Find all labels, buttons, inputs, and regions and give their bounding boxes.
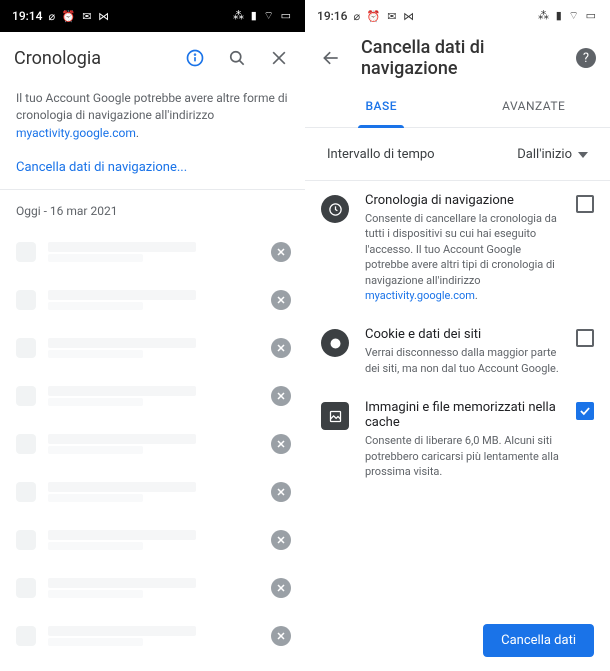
tabs: BASE AVANZATE	[305, 84, 610, 128]
history-item[interactable]	[0, 372, 305, 420]
checkbox-checked[interactable]	[576, 402, 594, 420]
history-item[interactable]	[0, 228, 305, 276]
delete-entry-icon[interactable]	[271, 482, 291, 502]
checkbox[interactable]	[576, 195, 594, 213]
page-title: Cronologia	[14, 48, 165, 69]
favicon-placeholder	[16, 530, 36, 550]
option-title: Cronologia di navigazione	[365, 193, 560, 208]
option-cached-images[interactable]: Immagini e file memorizzati nella cache …	[305, 388, 610, 491]
option-browsing-history[interactable]: Cronologia di navigazione Consente di ca…	[305, 181, 610, 315]
favicon-placeholder	[16, 338, 36, 358]
delete-entry-icon[interactable]	[271, 338, 291, 358]
status-left-icons: ⌀ ⏰ ✉ ⋈	[353, 10, 416, 23]
option-title: Immagini e file memorizzati nella cache	[365, 400, 560, 430]
status-time: 19:16	[317, 9, 347, 23]
myactivity-link[interactable]: myactivity.google.com	[16, 126, 136, 140]
history-item[interactable]	[0, 324, 305, 372]
status-bar: 19:16 ⌀ ⏰ ✉ ⋈ ⁂ ▮ ⌔ ▭	[305, 0, 610, 32]
delete-entry-icon[interactable]	[271, 434, 291, 454]
header: Cancella dati di navigazione ?	[305, 32, 610, 84]
clear-browsing-data-link[interactable]: Cancella dati di navigazione...	[0, 154, 305, 189]
history-list	[0, 228, 305, 671]
myactivity-link[interactable]: myactivity.google.com	[365, 289, 475, 302]
date-header: Oggi - 16 mar 2021	[0, 190, 305, 228]
delete-entry-icon[interactable]	[271, 530, 291, 550]
status-bar: 19:14 ⌀ ⏰ ✉ ⋈ ⁂ ▮ ⌔ ▭	[0, 0, 305, 32]
option-desc: Verrai disconnesso dalla maggior parte d…	[365, 345, 560, 376]
cookie-icon	[321, 329, 349, 357]
option-cookies[interactable]: Cookie e dati dei siti Verrai disconness…	[305, 315, 610, 388]
account-description: Il tuo Account Google potrebbe avere alt…	[0, 84, 305, 154]
favicon-placeholder	[16, 626, 36, 646]
header: Cronologia	[0, 32, 305, 84]
tab-advanced[interactable]: AVANZATE	[458, 84, 610, 127]
delete-entry-icon[interactable]	[271, 578, 291, 598]
delete-entry-icon[interactable]	[271, 626, 291, 646]
page-title: Cancella dati di navigazione	[361, 37, 558, 79]
info-icon[interactable]	[183, 46, 207, 70]
delete-entry-icon[interactable]	[271, 242, 291, 262]
history-item[interactable]	[0, 516, 305, 564]
time-range-row: Intervallo di tempo Dall'inizio	[305, 128, 610, 180]
history-item[interactable]	[0, 420, 305, 468]
checkbox[interactable]	[576, 329, 594, 347]
delete-entry-icon[interactable]	[271, 290, 291, 310]
footer: Cancella dati	[305, 610, 610, 671]
status-right-icons: ⁂ ▮ ⌔ ▭	[233, 9, 293, 23]
back-icon[interactable]	[319, 46, 343, 70]
status-right-icons: ⁂ ▮ ⌔ ▭	[538, 9, 598, 23]
favicon-placeholder	[16, 242, 36, 262]
clear-data-button[interactable]: Cancella dati	[483, 624, 594, 657]
phone-right: 19:16 ⌀ ⏰ ✉ ⋈ ⁂ ▮ ⌔ ▭ Cancella dati di n…	[305, 0, 610, 671]
close-icon[interactable]	[267, 46, 291, 70]
history-item[interactable]	[0, 276, 305, 324]
history-item[interactable]	[0, 660, 305, 671]
history-icon	[321, 195, 349, 223]
delete-entry-icon[interactable]	[271, 386, 291, 406]
chevron-down-icon	[578, 147, 588, 162]
option-title: Cookie e dati dei siti	[365, 327, 560, 342]
favicon-placeholder	[16, 290, 36, 310]
status-left-icons: ⌀ ⏰ ✉ ⋈	[48, 10, 111, 23]
favicon-placeholder	[16, 386, 36, 406]
history-item[interactable]	[0, 612, 305, 660]
history-item[interactable]	[0, 468, 305, 516]
favicon-placeholder	[16, 434, 36, 454]
help-icon[interactable]: ?	[576, 48, 596, 68]
favicon-placeholder	[16, 482, 36, 502]
phone-left: 19:14 ⌀ ⏰ ✉ ⋈ ⁂ ▮ ⌔ ▭ Cronologia Il tuo …	[0, 0, 305, 671]
image-icon	[321, 402, 349, 430]
tab-base[interactable]: BASE	[305, 84, 458, 127]
status-time: 19:14	[12, 9, 42, 23]
time-range-value: Dall'inizio	[517, 147, 572, 162]
time-range-select[interactable]: Dall'inizio	[517, 147, 588, 162]
option-desc: Consente di cancellare la cronologia da …	[365, 211, 560, 303]
desc-text: Il tuo Account Google potrebbe avere alt…	[16, 91, 288, 122]
time-range-label: Intervallo di tempo	[327, 147, 435, 162]
search-icon[interactable]	[225, 46, 249, 70]
option-desc: Consente di liberare 6,0 MB. Alcuni siti…	[365, 433, 560, 479]
history-item[interactable]	[0, 564, 305, 612]
favicon-placeholder	[16, 578, 36, 598]
